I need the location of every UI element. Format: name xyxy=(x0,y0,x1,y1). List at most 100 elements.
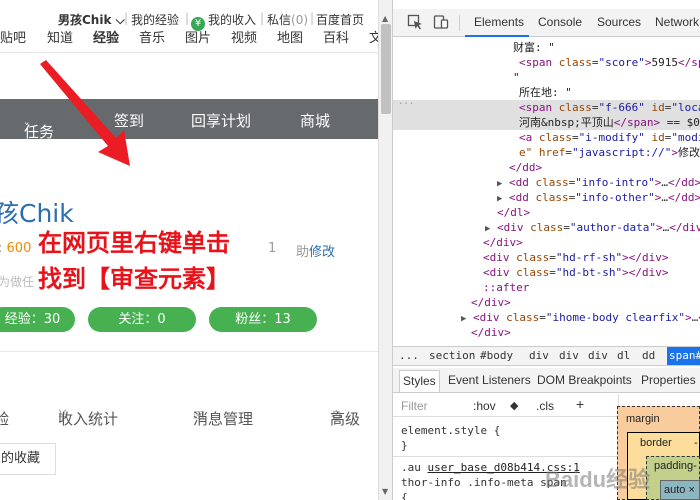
username-label: 男孩Chik xyxy=(58,13,112,27)
dom-node[interactable]: </dl> xyxy=(497,205,530,220)
breadcrumb-item[interactable]: ... xyxy=(399,347,419,365)
dom-node[interactable]: </div> xyxy=(471,325,511,340)
tab-network[interactable]: Network xyxy=(655,15,699,29)
dom-node[interactable]: " xyxy=(513,70,520,85)
user-center-tabs: 验 ¥ 收入统计 ✉ 消息管理 ⚙ 高级 xyxy=(0,380,378,428)
private-message-link[interactable]: 私信(0) xyxy=(267,11,308,28)
node-actions-icon[interactable]: ... xyxy=(398,95,414,110)
menu-share-plan[interactable]: 回享计划 xyxy=(191,110,251,131)
new-rule-button[interactable]: + xyxy=(576,396,584,412)
dom-node[interactable]: </div> xyxy=(483,235,523,250)
nav-item-wenku[interactable]: 文 xyxy=(369,27,378,46)
meta-tail: 1 xyxy=(268,241,277,256)
filter-input[interactable]: Filter xyxy=(401,399,428,413)
dom-node[interactable]: e" href="javascript://">修改 xyxy=(519,145,700,160)
nav-item-map[interactable]: 地图 xyxy=(277,27,303,46)
dom-node[interactable]: ▶ <dd class="info-intro">…</dd> xyxy=(497,175,700,190)
profile-meta-secondary: 为做任 xyxy=(0,275,35,289)
dom-node[interactable]: </dd> xyxy=(509,160,542,175)
rule-selector-part: .au xyxy=(401,461,421,474)
box-model-border-label: border xyxy=(640,437,672,449)
baidu-home-link[interactable]: 百度首页 xyxy=(316,11,364,28)
breadcrumb-item[interactable]: #body xyxy=(480,347,513,365)
wealth-value: 600 xyxy=(6,241,32,256)
element-style-selector: element.style { xyxy=(401,424,501,437)
dom-node[interactable]: ▶ <div class="ihome-body clearfix">…</ xyxy=(461,310,700,325)
menu-mall[interactable]: 商城 xyxy=(300,110,330,131)
dom-node[interactable]: <div class="hd-bt-sh"></div> xyxy=(483,265,668,280)
breadcrumb-item[interactable]: div xyxy=(559,347,579,365)
tab-styles[interactable]: Styles xyxy=(399,370,440,392)
box-model-margin-label: margin xyxy=(626,413,660,425)
tab-dom-breakpoints[interactable]: DOM Breakpoints xyxy=(537,373,632,387)
nav-item-jingyan[interactable]: 经验 xyxy=(93,27,119,46)
element-style-rule[interactable]: element.style { } xyxy=(393,423,618,453)
baidu-watermark: Baidu经验 xyxy=(545,467,651,492)
nav-item-tieba[interactable]: 贴吧 xyxy=(0,27,26,46)
product-nav: 贴吧 知道 经验 音乐 图片 视频 地图 百科 文 xyxy=(0,27,378,46)
divider: | xyxy=(124,11,129,25)
styles-filter-bar: Filter :hov ◆ .cls + xyxy=(393,395,618,417)
my-favorites-tab[interactable]: 的收藏 xyxy=(0,443,56,475)
box-model-border-value: - xyxy=(694,437,698,449)
scrollbar-thumb[interactable] xyxy=(381,24,391,114)
nav-item-music[interactable]: 音乐 xyxy=(139,27,165,46)
dom-node-selected[interactable]: 河南&nbsp;平顶山</span> == $0 xyxy=(393,115,700,130)
tab-experience-label: 验 xyxy=(0,410,10,428)
dom-tree[interactable]: 财富: "<span class="score">5915</sp"所在地: "… xyxy=(393,37,700,340)
breadcrumb-item[interactable]: dd xyxy=(642,347,655,365)
breadcrumb-item[interactable]: div xyxy=(588,347,608,365)
experience-pill[interactable]: 经验：30 xyxy=(0,307,75,332)
dom-node[interactable]: <a class="i-modify" id="modi xyxy=(519,130,700,145)
inspect-element-icon[interactable] xyxy=(407,14,423,30)
box-model-padding-label: padding- xyxy=(654,460,697,472)
instruction-text-line-1: 在网页里右键单击 xyxy=(38,229,230,257)
dom-node[interactable]: </div> xyxy=(471,295,511,310)
scroll-down-icon[interactable]: ▼ xyxy=(382,487,388,496)
styles-sub-tabs: Styles Event Listeners DOM Breakpoints P… xyxy=(393,368,700,393)
class-toggle[interactable]: .cls xyxy=(536,399,554,413)
scroll-up-icon[interactable]: ▲ xyxy=(382,14,388,23)
dom-node[interactable]: <div class="hd-rf-sh"></div> xyxy=(483,250,668,265)
divider xyxy=(459,15,460,31)
breadcrumb-item[interactable]: section xyxy=(429,347,475,365)
following-pill[interactable]: 关注：0 xyxy=(88,307,196,332)
nav-item-image[interactable]: 图片 xyxy=(185,27,211,46)
nav-item-video[interactable]: 视频 xyxy=(231,27,257,46)
tab-sources[interactable]: Sources xyxy=(597,15,641,29)
dom-node-selected[interactable]: <span class="f-666" id="loca xyxy=(393,100,700,115)
element-style-close: } xyxy=(401,439,408,452)
box-model-content-size: auto × xyxy=(664,484,695,496)
breadcrumb-item[interactable]: dl xyxy=(617,347,630,365)
dom-breadcrumb: ... section #body div div div dl dd span# xyxy=(393,346,700,366)
hover-state-toggle[interactable]: :hov xyxy=(473,399,496,413)
dom-node[interactable]: ▶ <dd class="info-other">…</dd> xyxy=(497,190,700,205)
meta-prefix: : xyxy=(0,241,2,256)
dom-node[interactable]: ::after xyxy=(483,280,529,295)
chevron-down-icon: ˅ xyxy=(24,121,30,134)
modify-link[interactable]: 助修改 xyxy=(296,241,335,260)
divider xyxy=(393,456,618,457)
dom-node[interactable]: <span class="score">5915</sp xyxy=(519,55,700,70)
nav-item-zhidao[interactable]: 知道 xyxy=(47,27,73,46)
followers-pill[interactable]: 粉丝：13 xyxy=(209,307,317,332)
dom-node[interactable]: 财富: " xyxy=(513,40,555,55)
user-topbar: 男孩Chik ⌵ | 我的经验 | ¥ 我的收入 | 私信(0) | 百度首页 xyxy=(0,9,378,31)
tab-console[interactable]: Console xyxy=(538,15,582,29)
color-format-icon[interactable]: ◆ xyxy=(510,399,518,412)
breadcrumb-item[interactable]: div xyxy=(529,347,549,365)
device-toolbar-icon[interactable] xyxy=(433,14,449,30)
tab-properties[interactable]: Properties xyxy=(641,373,696,387)
divider: | xyxy=(310,11,315,25)
tab-elements[interactable]: Elements xyxy=(474,15,524,29)
nav-item-baike[interactable]: 百科 xyxy=(323,27,349,46)
tab-advanced-label: 高级 xyxy=(330,410,361,428)
tab-message-management-label: 消息管理 xyxy=(193,410,254,428)
dom-node[interactable]: ▶ <div class="author-data">…</div xyxy=(485,220,700,235)
my-experience-link[interactable]: 我的经验 xyxy=(131,11,179,28)
username-menu[interactable]: 男孩Chik ⌵ xyxy=(58,11,125,28)
dom-node[interactable]: 所在地: " xyxy=(519,85,572,100)
breadcrumb-item[interactable]: span# xyxy=(667,347,700,365)
page-scrollbar[interactable]: ▲ ▼ xyxy=(378,0,393,500)
tab-event-listeners[interactable]: Event Listeners xyxy=(448,373,531,387)
